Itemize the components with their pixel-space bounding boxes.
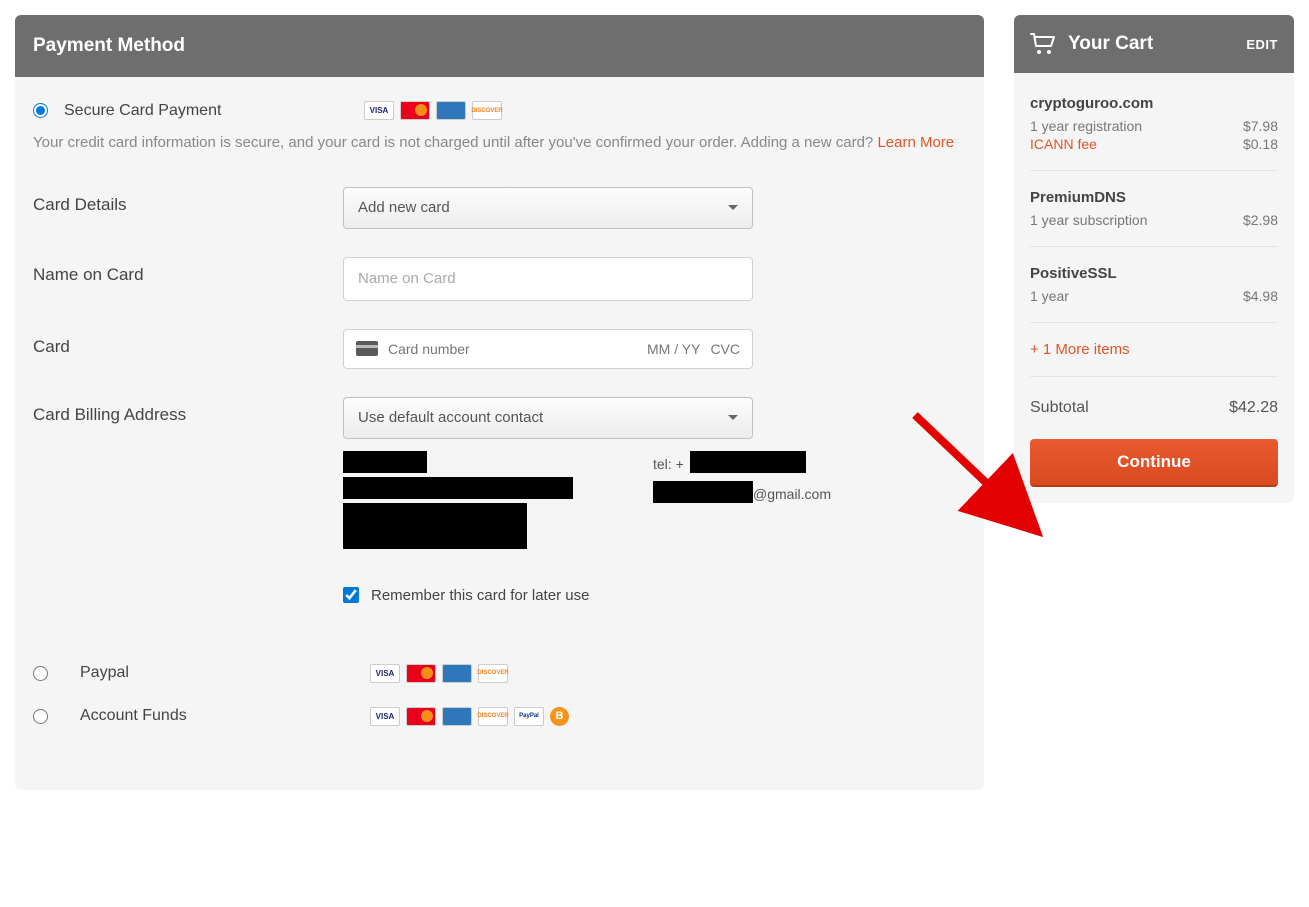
- payment-panel: Payment Method Secure Card Payment VISA …: [15, 15, 984, 790]
- account-funds-label: Account Funds: [80, 707, 370, 725]
- redacted-phone: [690, 451, 806, 473]
- billing-address-label: Card Billing Address: [33, 397, 343, 425]
- email-suffix: @gmail.com: [753, 486, 831, 502]
- cart-item: cryptoguroo.com 1 year registration $7.9…: [1030, 77, 1278, 171]
- secure-card-label: Secure Card Payment: [64, 102, 224, 120]
- panel-title: Payment Method: [15, 15, 984, 77]
- chevron-down-icon: [728, 415, 738, 420]
- secure-card-radio[interactable]: [33, 103, 48, 118]
- name-on-card-input[interactable]: [343, 257, 753, 301]
- billing-address-select[interactable]: Use default account contact: [343, 397, 753, 439]
- visa-icon: VISA: [370, 707, 400, 726]
- mastercard-icon: [406, 664, 436, 683]
- redacted-address-1: [343, 477, 573, 499]
- amex-icon: [442, 707, 472, 726]
- more-items-link[interactable]: + 1 More items: [1030, 323, 1278, 377]
- account-funds-radio[interactable]: [33, 709, 48, 724]
- remember-card-checkbox[interactable]: [343, 587, 359, 603]
- amex-icon: [436, 101, 466, 120]
- remember-card-label: Remember this card for later use: [371, 587, 589, 604]
- cart-title: Your Cart: [1068, 33, 1153, 55]
- redacted-name: [343, 451, 427, 473]
- visa-icon: VISA: [364, 101, 394, 120]
- discover-icon: DISCOVER: [478, 707, 508, 726]
- discover-icon: DISCOVER: [472, 101, 502, 120]
- cart-sidebar: Your Cart EDIT cryptoguroo.com 1 year re…: [1014, 15, 1294, 790]
- card-details-select[interactable]: Add new card: [343, 187, 753, 229]
- info-text: Your credit card information is secure, …: [33, 132, 966, 155]
- card-number-input[interactable]: Card number MM / YY CVC: [343, 329, 753, 369]
- tel-label: tel: +: [653, 456, 684, 472]
- mastercard-icon: [406, 707, 436, 726]
- subtotal-row: Subtotal $42.28: [1030, 377, 1278, 439]
- paypal-radio[interactable]: [33, 666, 48, 681]
- card-icons: VISA DISCOVER: [364, 101, 502, 120]
- discover-icon: DISCOVER: [478, 664, 508, 683]
- visa-icon: VISA: [370, 664, 400, 683]
- cart-item: PositiveSSL 1 year $4.98: [1030, 247, 1278, 323]
- amex-icon: [442, 664, 472, 683]
- cart-icon: [1030, 33, 1056, 55]
- redacted-address-2: [343, 503, 527, 549]
- bitcoin-icon: B: [550, 707, 569, 726]
- cart-edit-link[interactable]: EDIT: [1246, 37, 1278, 52]
- paypal-label: Paypal: [80, 664, 370, 682]
- paypal-icon: PayPal: [514, 707, 544, 726]
- cart-item: PremiumDNS 1 year subscription $2.98: [1030, 171, 1278, 247]
- secure-card-row: Secure Card Payment VISA DISCOVER: [33, 101, 966, 120]
- billing-address-block: tel: + @gmail.com Remem: [343, 439, 753, 604]
- mastercard-icon: [400, 101, 430, 120]
- learn-more-link[interactable]: Learn More: [877, 134, 954, 151]
- chevron-down-icon: [728, 205, 738, 210]
- card-label: Card: [33, 329, 343, 357]
- card-details-label: Card Details: [33, 187, 343, 215]
- card-icon: [356, 341, 378, 356]
- continue-button[interactable]: Continue: [1030, 439, 1278, 487]
- redacted-email: [653, 481, 753, 503]
- name-on-card-label: Name on Card: [33, 257, 343, 285]
